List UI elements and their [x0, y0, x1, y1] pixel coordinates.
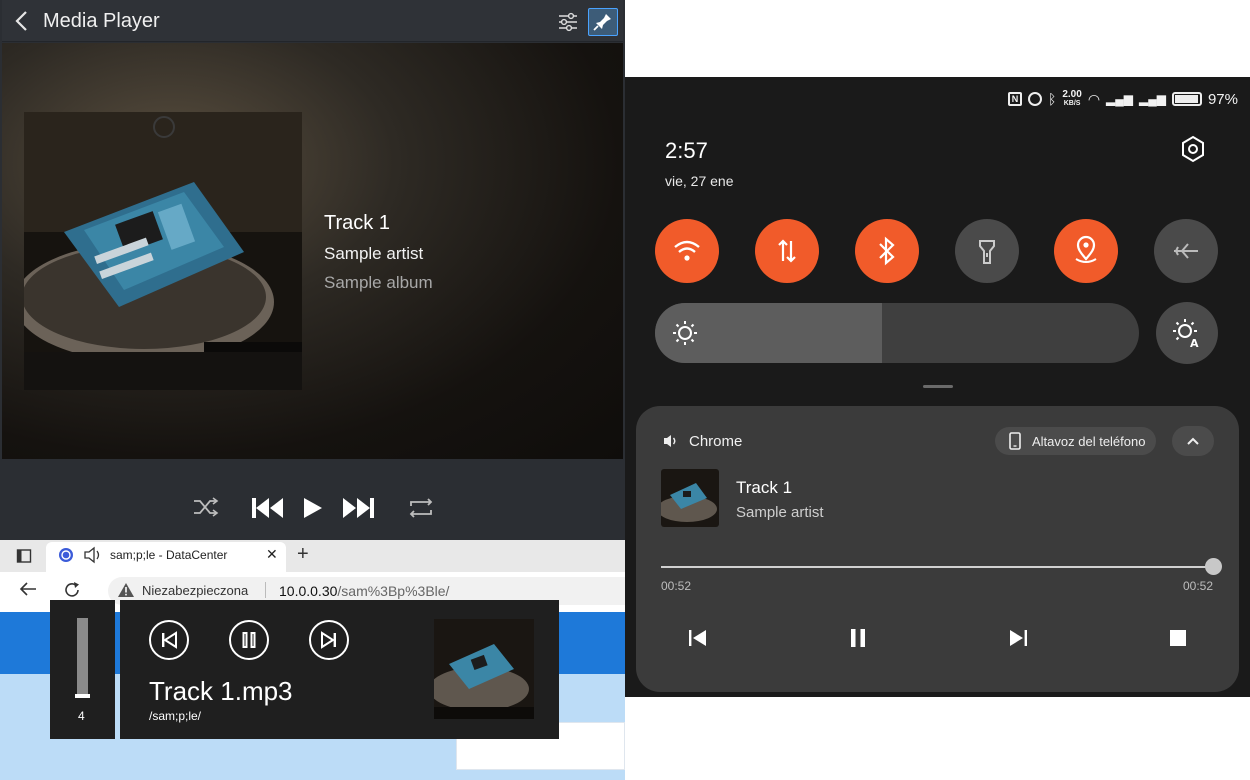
speaker-icon — [664, 435, 676, 447]
album-cover-image — [24, 112, 302, 390]
brightness-icon — [673, 321, 697, 345]
chevron-up-icon — [1187, 437, 1199, 445]
next-track-icon[interactable] — [340, 496, 376, 520]
repeat-icon[interactable] — [406, 496, 436, 520]
airplane-icon — [1174, 243, 1198, 259]
location-icon — [1075, 235, 1097, 263]
media-track-artist: Sample artist — [736, 504, 824, 521]
location-toggle[interactable] — [1054, 219, 1118, 283]
media-album-art — [661, 469, 719, 527]
volume-slider-thumb[interactable] — [75, 694, 90, 698]
bluetooth-icon — [879, 236, 895, 266]
pause-icon — [242, 632, 256, 648]
flashlight-toggle[interactable] — [955, 219, 1019, 283]
battery-percent: 97% — [1207, 90, 1238, 108]
bluetooth-toggle[interactable] — [855, 219, 919, 283]
seek-bar[interactable] — [661, 566, 1214, 568]
pin-button[interactable] — [588, 8, 618, 36]
back-arrow-icon[interactable] — [10, 8, 36, 34]
warning-icon[interactable] — [117, 582, 135, 598]
collapse-button[interactable] — [1172, 426, 1214, 456]
network-speed: 2.00 KB/S — [1062, 90, 1081, 108]
auto-brightness-icon: A — [1173, 319, 1199, 350]
new-tab-button[interactable]: + — [297, 543, 309, 566]
svg-text:A: A — [1190, 337, 1199, 350]
wifi-toggle[interactable] — [655, 219, 719, 283]
panel-drag-handle[interactable] — [923, 385, 953, 388]
track-album: Sample album — [324, 273, 433, 292]
address-divider — [265, 582, 266, 598]
shuffle-icon[interactable] — [192, 496, 220, 518]
volume-slider[interactable] — [77, 618, 88, 698]
volume-value: 4 — [78, 709, 85, 723]
previous-track-button[interactable] — [149, 620, 189, 660]
play-icon[interactable] — [302, 496, 324, 520]
back-arrow-icon[interactable] — [18, 580, 38, 598]
previous-track-icon — [162, 631, 177, 649]
bluetooth-icon: ᛒ — [1047, 91, 1057, 107]
stop-icon[interactable] — [1166, 626, 1190, 650]
equalizer-icon[interactable] — [556, 10, 580, 34]
alarm-icon — [1027, 92, 1042, 106]
pause-button[interactable] — [229, 620, 269, 660]
pause-icon[interactable] — [846, 626, 870, 650]
track-artist: Sample artist — [324, 244, 424, 263]
flyout-track-title: Track 1.mp3 — [149, 676, 293, 706]
seek-bar-thumb[interactable] — [1205, 558, 1222, 575]
network-speed-value: 2.00 — [1062, 89, 1082, 100]
auto-brightness-button[interactable]: A — [1156, 302, 1218, 364]
security-label[interactable]: Niezabezpieczona — [142, 583, 248, 598]
phone-icon — [1009, 432, 1021, 450]
audio-playing-icon[interactable] — [83, 546, 103, 564]
media-app-name: Chrome — [689, 433, 743, 450]
next-track-icon[interactable] — [1006, 626, 1030, 650]
wifi-status-icon: ◠ — [1087, 90, 1101, 107]
previous-track-icon[interactable] — [250, 496, 286, 520]
player-controls — [2, 460, 623, 540]
tab-actions-icon[interactable] — [16, 548, 32, 564]
url-text[interactable]: 10.0.0.30/sam%3Bp%3Ble/ — [279, 583, 449, 599]
nfc-icon: N — [1007, 92, 1022, 106]
site-favicon-icon — [59, 548, 73, 562]
previous-track-icon[interactable] — [686, 626, 710, 650]
reload-icon[interactable] — [62, 580, 82, 600]
flyout-album-art — [434, 619, 534, 719]
airplane-mode-toggle[interactable] — [1154, 219, 1218, 283]
status-bar: N ᛒ 2.00 KB/S ◠ ▂▄▆ ▂▄▆ 97% — [1007, 90, 1238, 108]
next-track-button[interactable] — [309, 620, 349, 660]
total-duration: 00:52 — [1183, 579, 1214, 593]
settings-gear-icon[interactable] — [1178, 134, 1208, 164]
pin-icon — [593, 14, 611, 31]
wifi-icon — [674, 240, 700, 261]
signal-2-icon: ▂▄▆ — [1139, 92, 1166, 106]
flyout-track-path: /sam;p;le/ — [149, 709, 202, 723]
brightness-slider[interactable] — [655, 303, 1139, 363]
network-speed-unit: KB/S — [1063, 100, 1081, 107]
signal-1-icon: ▂▄▆ — [1106, 92, 1133, 106]
tab-title: sam;p;le - DataCenter — [110, 548, 228, 562]
close-tab-icon[interactable]: ✕ — [266, 546, 278, 563]
url-path: /sam%3Bp%3Ble/ — [337, 583, 450, 599]
page-title: Media Player — [43, 10, 160, 32]
elapsed-time: 00:52 — [661, 579, 692, 593]
mobile-data-icon — [778, 239, 796, 263]
url-host: 10.0.0.30 — [279, 583, 338, 599]
media-track-title: Track 1 — [736, 478, 793, 497]
flashlight-icon — [979, 240, 995, 264]
output-device-label: Altavoz del teléfono — [1032, 434, 1146, 449]
clock-date[interactable]: vie, 27 ene — [665, 173, 734, 189]
next-track-icon — [321, 631, 336, 649]
mobile-data-toggle[interactable] — [755, 219, 819, 283]
clock-time[interactable]: 2:57 — [665, 138, 708, 164]
track-title: Track 1 — [324, 212, 390, 234]
battery-icon — [1171, 92, 1202, 106]
